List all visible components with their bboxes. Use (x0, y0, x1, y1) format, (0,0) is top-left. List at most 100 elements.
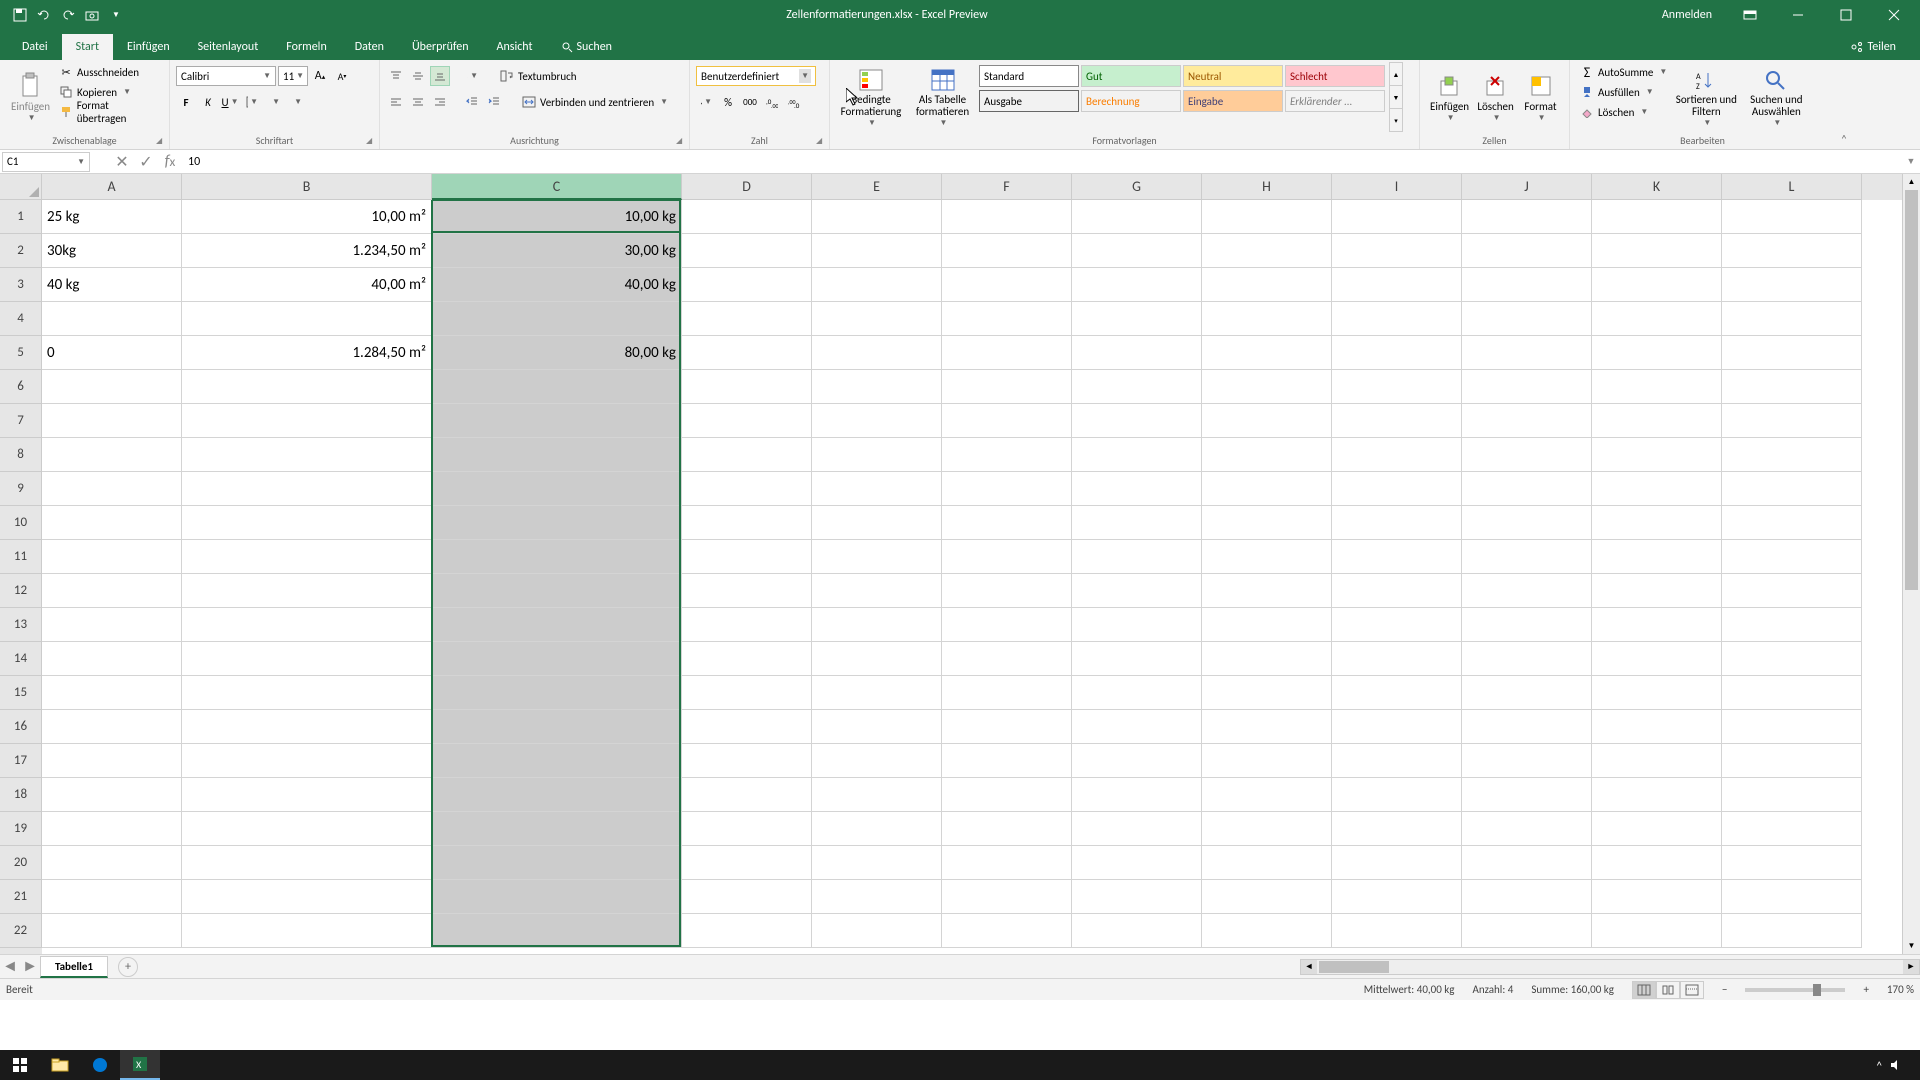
row-header-18[interactable]: 18 (0, 778, 42, 812)
accounting-format-icon[interactable]: €▼ (696, 92, 716, 112)
cell-G7[interactable] (1072, 404, 1202, 438)
cell-F5[interactable] (942, 336, 1072, 370)
zoom-in-icon[interactable]: + (1863, 983, 1868, 996)
tab-daten[interactable]: Daten (341, 34, 398, 60)
cell-I12[interactable] (1332, 574, 1462, 608)
cell-D4[interactable] (682, 302, 812, 336)
cell-A7[interactable] (42, 404, 182, 438)
cell-I4[interactable] (1332, 302, 1462, 336)
cell-I13[interactable] (1332, 608, 1462, 642)
page-layout-view-icon[interactable] (1656, 981, 1680, 999)
cell-K21[interactable] (1592, 880, 1722, 914)
col-header-K[interactable]: K (1592, 174, 1722, 200)
cell-J2[interactable] (1462, 234, 1592, 268)
cell-E11[interactable] (812, 540, 942, 574)
decrease-font-icon[interactable]: A▾ (332, 66, 352, 86)
cell-I20[interactable] (1332, 846, 1462, 880)
cell-D5[interactable] (682, 336, 812, 370)
cell-C20[interactable] (432, 846, 682, 880)
cell-I22[interactable] (1332, 914, 1462, 948)
cut-button[interactable]: ✂Ausschneiden (55, 62, 163, 82)
cell-B21[interactable] (182, 880, 432, 914)
name-box[interactable]: C1▼ (2, 152, 90, 172)
cell-E2[interactable] (812, 234, 942, 268)
col-header-I[interactable]: I (1332, 174, 1462, 200)
cell-B16[interactable] (182, 710, 432, 744)
cell-G15[interactable] (1072, 676, 1202, 710)
excel-taskbar-button[interactable]: X (120, 1050, 160, 1080)
cell-L13[interactable] (1722, 608, 1862, 642)
clear-button[interactable]: Löschen▼ (1576, 102, 1671, 122)
cell-G5[interactable] (1072, 336, 1202, 370)
cell-F13[interactable] (942, 608, 1072, 642)
cell-E16[interactable] (812, 710, 942, 744)
cell-B14[interactable] (182, 642, 432, 676)
cell-A13[interactable] (42, 608, 182, 642)
font-size-combo[interactable]: 11▼ (278, 66, 308, 86)
sort-filter-button[interactable]: AZ Sortieren und Filtern▼ (1671, 62, 1741, 132)
cell-L2[interactable] (1722, 234, 1862, 268)
cell-E8[interactable] (812, 438, 942, 472)
cell-L18[interactable] (1722, 778, 1862, 812)
cell-K13[interactable] (1592, 608, 1722, 642)
cell-B5[interactable]: 1.284,50 m² (182, 336, 432, 370)
borders-button[interactable]: ▼ (242, 92, 262, 112)
alignment-dialog-icon[interactable]: ◢ (676, 136, 686, 146)
normal-view-icon[interactable] (1632, 981, 1656, 999)
enter-formula-icon[interactable]: ✓ (134, 152, 158, 172)
decrease-indent-icon[interactable] (462, 92, 482, 112)
zoom-level[interactable]: 170 % (1887, 983, 1914, 996)
cell-F14[interactable] (942, 642, 1072, 676)
cell-G10[interactable] (1072, 506, 1202, 540)
cell-B13[interactable] (182, 608, 432, 642)
cell-L20[interactable] (1722, 846, 1862, 880)
cell-I2[interactable] (1332, 234, 1462, 268)
col-header-G[interactable]: G (1072, 174, 1202, 200)
cell-A16[interactable] (42, 710, 182, 744)
tab-seitenlayout[interactable]: Seitenlayout (184, 34, 273, 60)
cell-F22[interactable] (942, 914, 1072, 948)
cell-E7[interactable] (812, 404, 942, 438)
cell-A10[interactable] (42, 506, 182, 540)
cell-F17[interactable] (942, 744, 1072, 778)
cell-D19[interactable] (682, 812, 812, 846)
explorer-button[interactable] (40, 1050, 80, 1080)
expand-formula-bar-icon[interactable]: ▼ (1902, 156, 1920, 167)
cell-G4[interactable] (1072, 302, 1202, 336)
tab-start[interactable]: Start (62, 34, 113, 60)
cell-J16[interactable] (1462, 710, 1592, 744)
cell-L17[interactable] (1722, 744, 1862, 778)
decrease-decimal-icon[interactable]: ,00,0 (784, 92, 804, 112)
row-header-19[interactable]: 19 (0, 812, 42, 846)
cell-H3[interactable] (1202, 268, 1332, 302)
cell-D9[interactable] (682, 472, 812, 506)
cell-I18[interactable] (1332, 778, 1462, 812)
cell-H7[interactable] (1202, 404, 1332, 438)
cell-K9[interactable] (1592, 472, 1722, 506)
cell-K5[interactable] (1592, 336, 1722, 370)
cell-B4[interactable] (182, 302, 432, 336)
cell-G2[interactable] (1072, 234, 1202, 268)
cell-D16[interactable] (682, 710, 812, 744)
cell-G20[interactable] (1072, 846, 1202, 880)
cell-F6[interactable] (942, 370, 1072, 404)
cell-H19[interactable] (1202, 812, 1332, 846)
cell-J10[interactable] (1462, 506, 1592, 540)
cell-J12[interactable] (1462, 574, 1592, 608)
cell-I9[interactable] (1332, 472, 1462, 506)
cell-I3[interactable] (1332, 268, 1462, 302)
col-header-J[interactable]: J (1462, 174, 1592, 200)
cell-K4[interactable] (1592, 302, 1722, 336)
cell-I10[interactable] (1332, 506, 1462, 540)
col-header-B[interactable]: B (182, 174, 432, 200)
cell-H15[interactable] (1202, 676, 1332, 710)
cell-E15[interactable] (812, 676, 942, 710)
tray-volume-icon[interactable] (1890, 1059, 1904, 1071)
style-ausgabe[interactable]: Ausgabe (979, 90, 1079, 112)
clipboard-dialog-icon[interactable]: ◢ (156, 136, 166, 146)
cell-I16[interactable] (1332, 710, 1462, 744)
sheet-nav-prev-icon[interactable]: ◄ (0, 957, 20, 977)
number-format-combo[interactable]: Benutzerdefiniert▼ (696, 66, 816, 86)
share-button[interactable]: Teilen (1839, 34, 1908, 60)
cell-A2[interactable]: 30kg (42, 234, 182, 268)
